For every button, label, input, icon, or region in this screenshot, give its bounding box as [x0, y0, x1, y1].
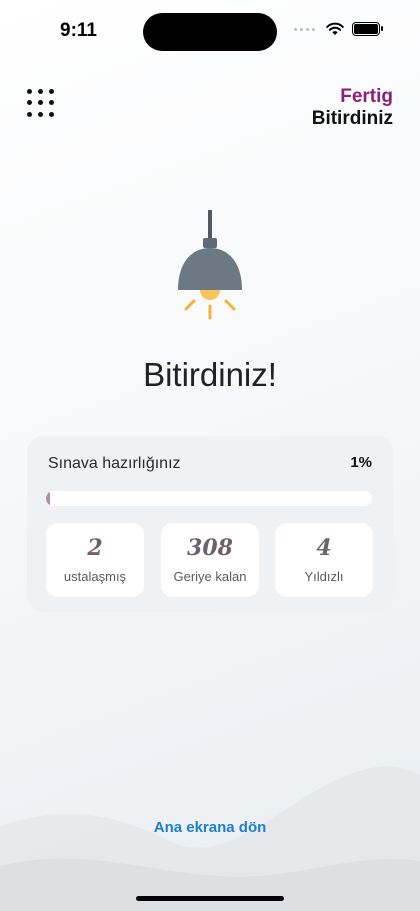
back-to-home-button[interactable]: Ana ekrana dön — [0, 818, 420, 837]
language-top-label: Fertig — [340, 86, 393, 107]
grid-menu-icon[interactable] — [27, 89, 55, 117]
status-bar: 9:11 — [0, 0, 420, 60]
signal-icon — [294, 25, 318, 33]
home-indicator[interactable] — [136, 896, 284, 901]
readiness-percent: 1% — [350, 454, 372, 471]
stat-mastered: 2 ustalaşmış — [46, 523, 144, 597]
stat-starred: 4 Yıldızlı — [275, 523, 373, 597]
lamp-icon — [178, 210, 242, 320]
completion-headline: Bitirdiniz! — [143, 356, 277, 393]
stat-remaining: 308 Geriye kalan — [161, 523, 259, 597]
battery-icon — [352, 22, 383, 36]
stat-starred-label: Yıldızlı — [304, 569, 344, 584]
readiness-progress-fill — [46, 491, 50, 506]
stat-starred-value: 4 — [316, 535, 332, 561]
status-icons — [294, 22, 383, 36]
readiness-label: Sınava hazırlığınız — [48, 455, 181, 472]
stat-mastered-value: 2 — [87, 535, 103, 561]
language-bottom-label: Bitirdiniz — [311, 108, 393, 129]
dynamic-island — [143, 13, 277, 51]
wifi-icon — [326, 22, 344, 35]
stat-remaining-value: 308 — [187, 535, 233, 561]
stat-remaining-label: Geriye kalan — [173, 569, 247, 584]
readiness-progress-bar — [46, 491, 372, 506]
language-switch[interactable]: Fertig Bitirdiniz — [312, 86, 393, 130]
stat-mastered-label: ustalaşmış — [63, 569, 127, 584]
readiness-card: Sınava hazırlığınız 1% 2 ustalaşmış 308 … — [27, 436, 393, 612]
status-time: 9:11 — [60, 20, 97, 41]
